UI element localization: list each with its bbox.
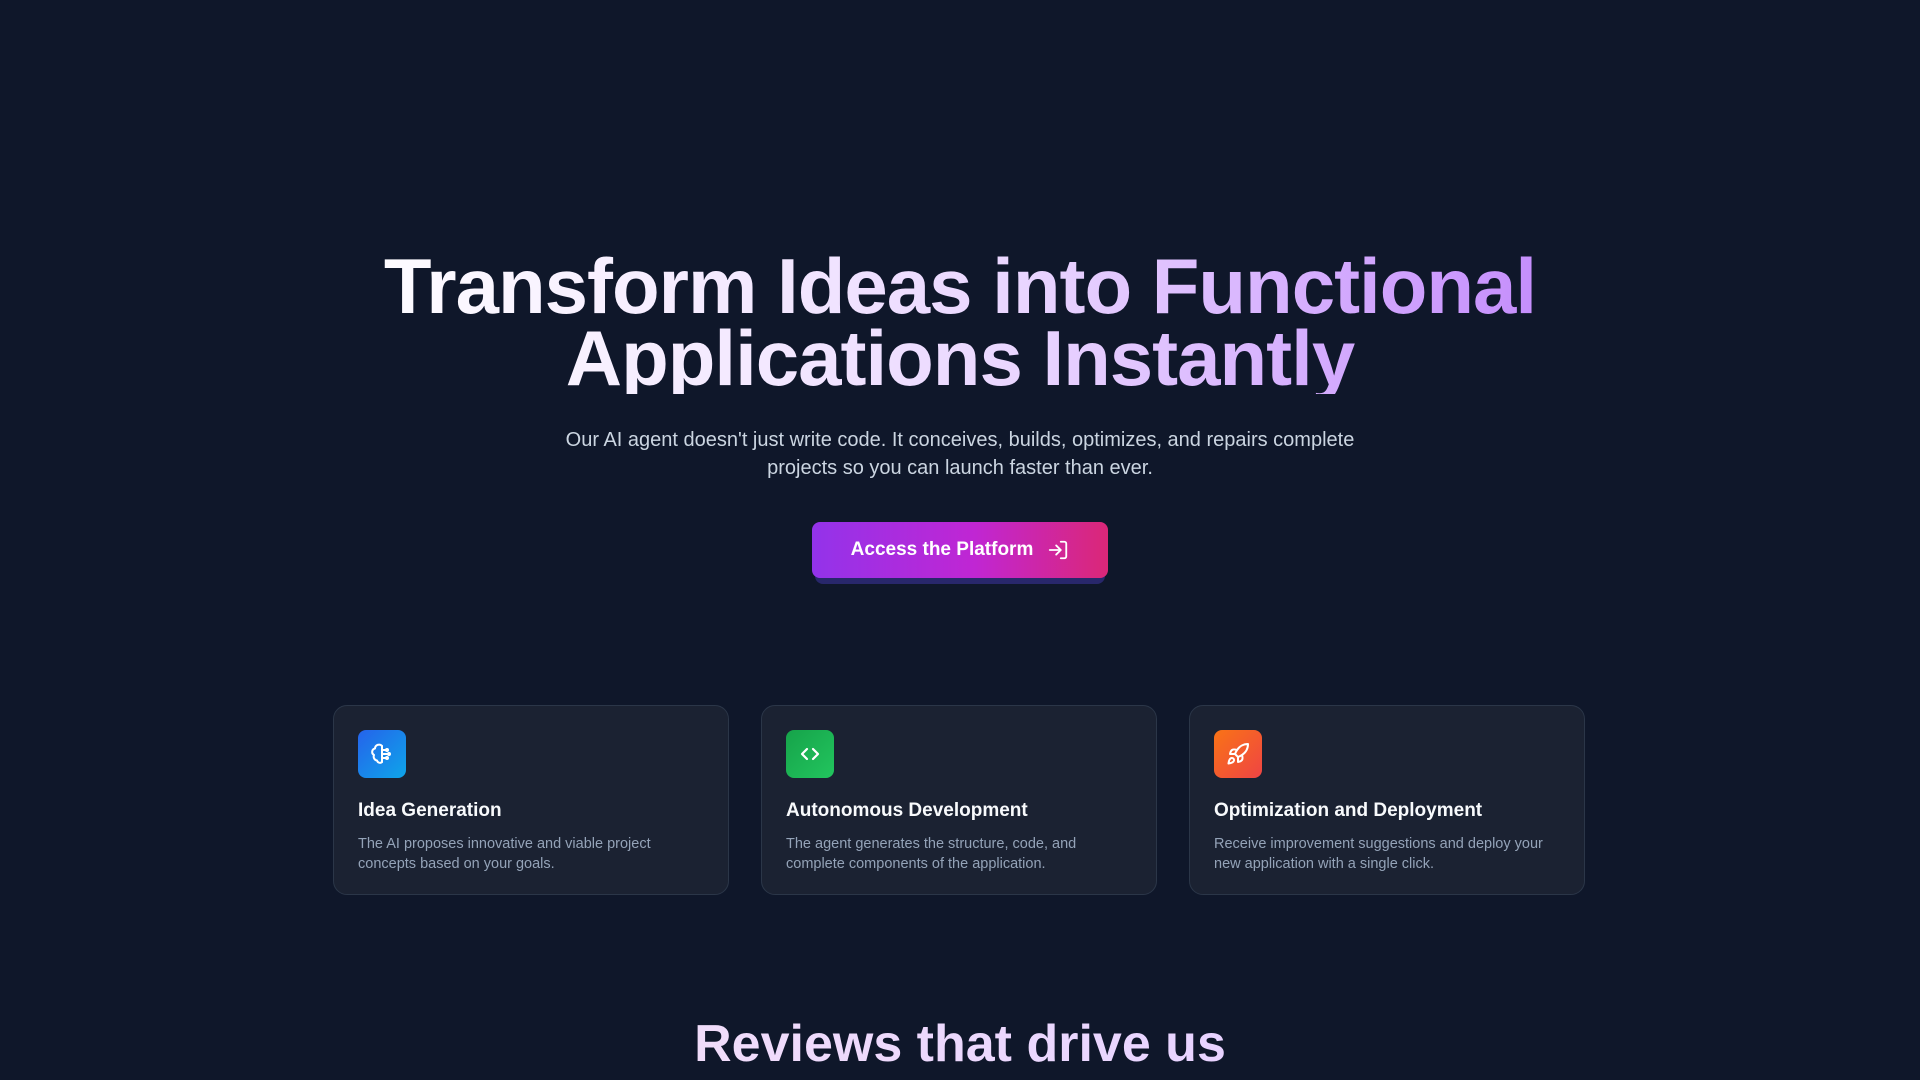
feature-title: Optimization and Deployment — [1214, 800, 1483, 821]
brain-idea-icon — [358, 730, 406, 778]
code-brackets-icon — [786, 730, 834, 778]
landing-page: Transform Ideas into Functional Applicat… — [0, 0, 1920, 1080]
feature-card-autonomous-development: Autonomous Development The agent generat… — [761, 705, 1157, 895]
rocket-icon — [1214, 730, 1262, 778]
feature-title: Autonomous Development — [786, 800, 1028, 821]
features-section: Idea Generation The AI proposes innovati… — [333, 705, 1587, 895]
feature-card-optimization-deployment: Optimization and Deployment Receive impr… — [1189, 705, 1585, 895]
hero-title-line-2: Applications Instantly — [565, 314, 1355, 402]
feature-title: Idea Generation — [358, 800, 502, 821]
access-platform-label: Access the Platform — [850, 539, 1034, 560]
feature-description: The AI proposes innovative and viable pr… — [358, 836, 651, 872]
hero-section: Transform Ideas into Functional Applicat… — [0, 250, 1920, 586]
access-platform-button[interactable]: Access the Platform — [812, 522, 1108, 578]
feature-card-idea-generation: Idea Generation The AI proposes innovati… — [333, 705, 729, 895]
hero-title-line-1: Transform Ideas into Functional — [383, 242, 1537, 330]
hero-subtitle: Our AI agent doesn't just write code. It… — [565, 429, 1355, 479]
feature-description: The agent generates the structure, code,… — [786, 836, 1077, 872]
feature-description: Receive improvement suggestions and depl… — [1214, 836, 1543, 872]
hero-title: Transform Ideas into Functional Applicat… — [310, 250, 1610, 394]
login-arrow-icon — [1047, 539, 1069, 561]
cta-wrapper: Access the Platform — [812, 522, 1108, 586]
reviews-section-title: Reviews that drive us — [0, 1012, 1920, 1076]
